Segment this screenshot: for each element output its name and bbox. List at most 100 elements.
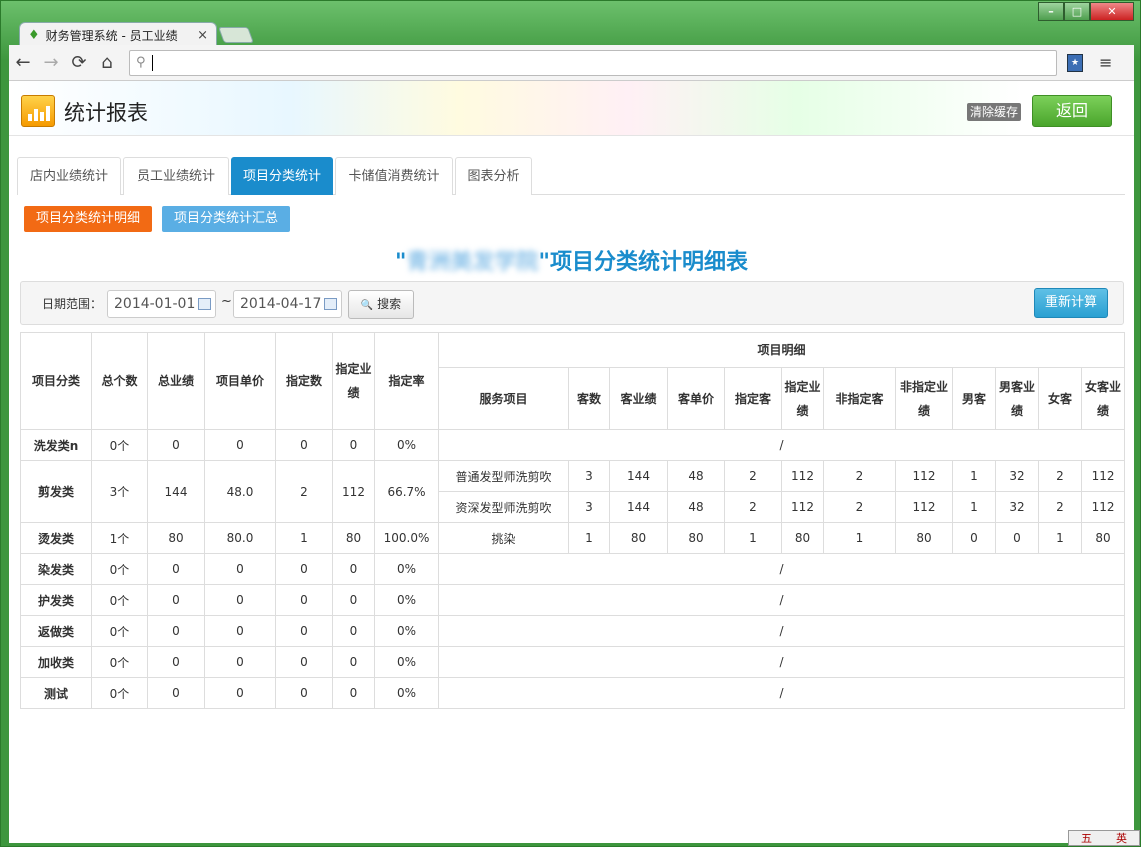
table-row: 测试 0个 0 0 0 0 0% / (20, 677, 1126, 709)
report-title-suffix: "项目分类统计明细表 (538, 250, 748, 275)
detail-cell: 80 (667, 522, 725, 554)
summary-cell: 0个 (91, 553, 148, 585)
browser-window: ♦ 财务管理系统 - 员工业绩 × – □ ✕ ← → ⟳ ⌂ ⚲ ★ ≡ 统计… (0, 0, 1141, 847)
detail-cell: 2 (823, 460, 896, 492)
table-body: 洗发类n 0个 0 0 0 0 0% / 剪发类 3个 144 48.0 2 112 66.7% 普通发型师洗… (20, 429, 1126, 709)
summary-cell: 0 (275, 429, 333, 461)
summary-cell: 0 (332, 429, 375, 461)
summary-cell: 0 (332, 615, 375, 647)
detail-cell: 1 (952, 460, 996, 492)
category-detail-button[interactable]: 项目分类统计明细 (24, 206, 152, 232)
search-label: 搜索 (377, 297, 402, 311)
detail-cell: 112 (895, 491, 953, 523)
category-summary-button[interactable]: 项目分类统计汇总 (162, 206, 290, 232)
minimize-button[interactable]: – (1038, 2, 1064, 21)
table-row: 烫发类 1个 80 80.0 1 80 100.0% 挑染 1 80 80 1 80 1 80 0 0 1 80 (20, 522, 1126, 554)
category-cell: 洗发类n (20, 429, 92, 461)
bookmark-icon[interactable]: ★ (1067, 53, 1083, 72)
tab-chart-analysis[interactable]: 图表分析 (455, 157, 532, 195)
date-separator: ~ (221, 294, 232, 309)
start-date-input[interactable]: 2014-01-01 (107, 290, 216, 318)
calendar-icon[interactable] (324, 298, 337, 310)
detail-cell: 32 (995, 491, 1039, 523)
tab-category-statistics[interactable]: 项目分类统计 (231, 157, 333, 195)
page-header: 统计报表 清除缓存 返回 (9, 81, 1134, 136)
menu-icon[interactable]: ≡ (1099, 53, 1112, 72)
detail-cell: 1 (823, 522, 896, 554)
ime-language-icon[interactable]: 英 (1116, 830, 1127, 846)
header-designated-count: 指定数 (275, 332, 333, 430)
tab-store-performance[interactable]: 店内业绩统计 (17, 157, 121, 195)
category-statistics-table: 项目分类 总个数 总业绩 项目单价 指定数 指定业绩 指定率 项目明细 服务项目… (20, 332, 1126, 709)
detail-cell: 1 (568, 522, 610, 554)
summary-cell: 0 (275, 646, 333, 678)
summary-cell: 0% (374, 677, 439, 709)
ime-mode-icon[interactable]: 五 (1081, 830, 1092, 846)
summary-cell: 80.0 (204, 522, 276, 554)
window-controls: – □ ✕ (1038, 2, 1134, 21)
maximize-button[interactable]: □ (1064, 2, 1090, 21)
header-item-details: 项目明细 (437, 332, 1126, 368)
recalculate-button[interactable]: 重新计算 (1034, 288, 1108, 318)
home-icon[interactable]: ⌂ (93, 52, 121, 73)
summary-cell: 100.0% (374, 522, 439, 554)
detail-cell: 1 (1038, 522, 1082, 554)
text-caret (151, 54, 153, 71)
date-range-label: 日期范围： (42, 297, 103, 311)
summary-cell: 1 (275, 522, 333, 554)
summary-cell: 0 (332, 646, 375, 678)
summary-cell: 0 (204, 429, 276, 461)
summary-cell: 0 (147, 553, 205, 585)
summary-cell: 0 (204, 677, 276, 709)
browser-toolbar: ← → ⟳ ⌂ ⚲ ★ ≡ (9, 45, 1134, 81)
category-cell: 剪发类 (20, 460, 92, 523)
detail-cell: 0 (995, 522, 1039, 554)
back-arrow-icon[interactable]: ← (9, 52, 37, 73)
service-item-cell: 挑染 (438, 522, 569, 554)
summary-cell: 66.7% (374, 460, 439, 523)
detail-cell: 3 (568, 491, 610, 523)
empty-detail-cell: / (437, 677, 1126, 709)
tab-employee-performance[interactable]: 员工业绩统计 (123, 157, 229, 195)
detail-cell: 112 (1080, 491, 1126, 523)
empty-detail-cell: / (437, 553, 1126, 585)
calendar-icon[interactable] (198, 298, 211, 310)
category-cell: 返做类 (20, 615, 92, 647)
detail-header-cell: 客业绩 (609, 367, 668, 430)
page-content: 统计报表 清除缓存 返回 店内业绩统计 员工业绩统计 项目分类统计 卡储值消费统… (9, 81, 1134, 843)
detail-cell: 2 (1038, 460, 1082, 492)
clear-cache-button[interactable]: 清除缓存 (967, 103, 1022, 121)
end-date-input[interactable]: 2014-04-17 (233, 290, 342, 318)
search-button[interactable]: 🔍 搜索 (348, 290, 414, 319)
summary-cell: 0 (147, 646, 205, 678)
summary-cell: 0 (275, 553, 333, 585)
detail-cell: 112 (1080, 460, 1126, 492)
header-designated-performance: 指定业绩 (332, 332, 375, 430)
summary-cell: 0 (147, 677, 205, 709)
summary-cell: 0 (275, 615, 333, 647)
reload-icon[interactable]: ⟳ (65, 52, 93, 73)
back-button[interactable]: 返回 (1032, 95, 1112, 127)
search-icon: ⚲ (136, 55, 146, 70)
summary-cell: 112 (332, 460, 375, 523)
summary-cell: 0 (204, 553, 276, 585)
summary-cell: 2 (275, 460, 333, 523)
close-window-button[interactable]: ✕ (1090, 2, 1134, 21)
summary-cell: 0 (332, 677, 375, 709)
address-bar[interactable]: ⚲ (129, 49, 1057, 76)
tab-close-icon[interactable]: × (197, 28, 208, 43)
category-cell: 护发类 (20, 584, 92, 616)
tab-card-consumption[interactable]: 卡储值消费统计 (335, 157, 453, 195)
category-cell: 加收类 (20, 646, 92, 678)
detail-cell: 2 (724, 491, 782, 523)
empty-detail-cell: / (437, 615, 1126, 647)
detail-cell: 48 (667, 491, 725, 523)
detail-header-cell: 客单价 (667, 367, 725, 430)
summary-cell: 0% (374, 646, 439, 678)
table-row: 洗发类n 0个 0 0 0 0 0% / (20, 429, 1126, 461)
new-tab-button[interactable] (218, 27, 254, 43)
forward-arrow-icon[interactable]: → (37, 52, 65, 73)
summary-cell: 0% (374, 615, 439, 647)
browser-tab[interactable]: ♦ 财务管理系统 - 员工业绩 × (19, 22, 217, 47)
detail-cell: 2 (823, 491, 896, 523)
